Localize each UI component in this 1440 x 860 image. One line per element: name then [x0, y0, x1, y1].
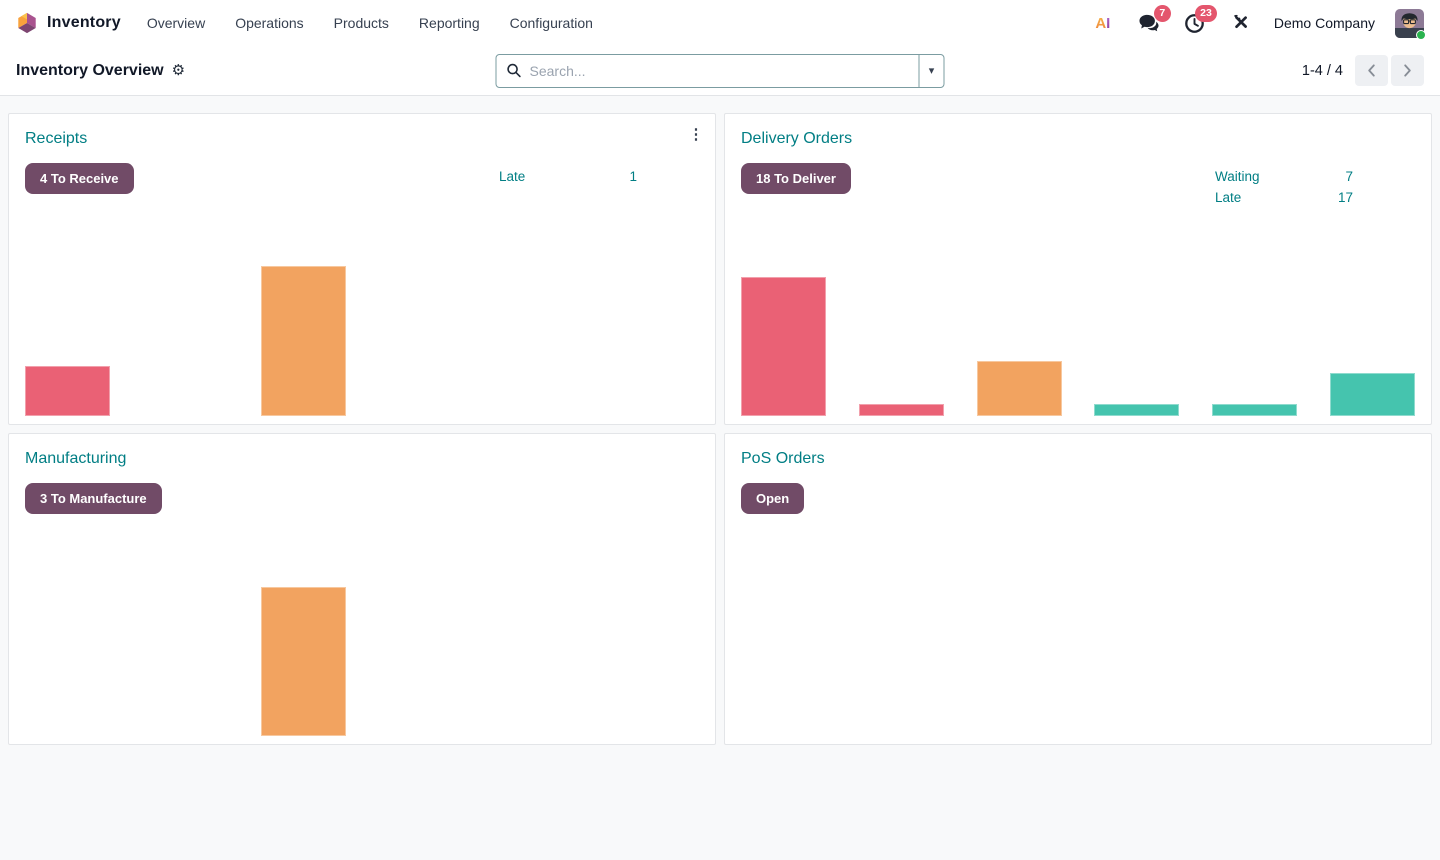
menu-reporting[interactable]: Reporting — [419, 15, 480, 31]
chart-slot — [261, 581, 346, 736]
caret-down-icon: ▾ — [929, 64, 935, 77]
card-pos-orders-title[interactable]: PoS Orders — [741, 450, 825, 468]
dashboard-content: Receipts ⋮ 4 To Receive Late 1 Delivery … — [0, 96, 1440, 745]
pager: 1-4 / 4 — [1302, 55, 1424, 86]
card-delivery-orders-title[interactable]: Delivery Orders — [741, 130, 852, 148]
activities-clock-icon[interactable]: 23 — [1182, 10, 1208, 36]
chart-slot — [496, 581, 581, 736]
top-navbar: Inventory Overview Operations Products R… — [0, 0, 1440, 46]
chart-slot — [378, 581, 463, 736]
stat-label: Late — [499, 166, 525, 187]
chart-slot — [143, 261, 228, 416]
chart-slot — [496, 261, 581, 416]
main-menu: Overview Operations Products Reporting C… — [147, 15, 593, 31]
stat-label: Late — [1215, 187, 1241, 208]
menu-products[interactable]: Products — [334, 15, 389, 31]
stat-value: 1 — [629, 166, 637, 187]
search-input[interactable] — [530, 63, 909, 79]
activities-badge: 23 — [1195, 5, 1217, 22]
chart-slot — [25, 261, 110, 416]
app-name: Inventory — [47, 14, 121, 32]
to-manufacture-button[interactable]: 3 To Manufacture — [25, 483, 162, 514]
app-menu-toggle[interactable]: Inventory — [16, 12, 121, 34]
chart-bar[interactable] — [261, 266, 346, 416]
card-receipts-title[interactable]: Receipts — [25, 130, 87, 148]
card-manufacturing-title[interactable]: Manufacturing — [25, 450, 126, 468]
pager-range: 1-4 / 4 — [1302, 63, 1343, 79]
view-settings-gear-icon[interactable]: ⚙ — [172, 63, 185, 78]
tools-icon[interactable] — [1228, 10, 1254, 36]
chart-slot — [614, 581, 699, 736]
to-deliver-button[interactable]: 18 To Deliver — [741, 163, 851, 194]
card-manufacturing: Manufacturing 3 To Manufacture — [8, 433, 716, 745]
chart-bar[interactable] — [25, 366, 110, 416]
to-receive-button[interactable]: 4 To Receive — [25, 163, 134, 194]
messages-icon[interactable]: 7 — [1136, 10, 1162, 36]
search-dropdown-toggle[interactable]: ▾ — [919, 55, 944, 87]
chart-bar[interactable] — [977, 361, 1062, 416]
pos-open-button[interactable]: Open — [741, 483, 804, 514]
ai-assistant-icon[interactable]: AI — [1090, 10, 1116, 36]
stat-waiting[interactable]: Waiting 7 — [1215, 166, 1353, 187]
stat-late[interactable]: Late 17 — [1215, 187, 1353, 208]
chart-slot — [1094, 261, 1179, 416]
card-receipts-stats: Late 1 — [499, 166, 637, 187]
menu-configuration[interactable]: Configuration — [510, 15, 593, 31]
control-panel: Inventory Overview ⚙ ▾ 1-4 / 4 — [0, 46, 1440, 96]
card-delivery-stats: Waiting 7 Late 17 — [1215, 166, 1353, 208]
search-main — [497, 55, 919, 87]
menu-overview[interactable]: Overview — [147, 15, 205, 31]
kanban-grid: Receipts ⋮ 4 To Receive Late 1 Delivery … — [8, 113, 1432, 745]
delivery-orders-chart — [741, 261, 1415, 416]
stat-late[interactable]: Late 1 — [499, 166, 637, 187]
user-menu[interactable] — [1395, 9, 1424, 38]
odoo-cube-logo-icon — [16, 12, 38, 34]
company-switcher[interactable]: Demo Company — [1274, 15, 1375, 31]
pager-previous-button[interactable] — [1355, 55, 1388, 86]
chart-slot — [1212, 261, 1297, 416]
chart-bar[interactable] — [261, 587, 346, 736]
messages-badge: 7 — [1154, 5, 1171, 22]
systray: AI 7 23 Demo Company — [1090, 9, 1424, 38]
chart-slot — [261, 261, 346, 416]
pager-next-button[interactable] — [1391, 55, 1424, 86]
stat-value: 17 — [1338, 187, 1353, 208]
card-delivery-orders: Delivery Orders 18 To Deliver Waiting 7 … — [724, 113, 1432, 425]
manufacturing-chart — [25, 581, 699, 736]
chart-bar[interactable] — [741, 277, 826, 416]
chart-slot — [977, 261, 1062, 416]
chart-bar[interactable] — [1212, 404, 1297, 416]
page-title: Inventory Overview — [16, 62, 164, 80]
stat-value: 7 — [1345, 166, 1353, 187]
menu-operations[interactable]: Operations — [235, 15, 303, 31]
chart-slot — [1330, 261, 1415, 416]
online-status-dot — [1416, 30, 1426, 40]
chart-slot — [741, 261, 826, 416]
receipts-chart — [25, 261, 699, 416]
chart-slot — [25, 581, 110, 736]
chart-slot — [378, 261, 463, 416]
search-bar: ▾ — [496, 54, 945, 88]
card-menu-kebab-icon[interactable]: ⋮ — [685, 122, 707, 146]
breadcrumb: Inventory Overview ⚙ — [16, 62, 185, 80]
search-icon — [507, 63, 522, 78]
chart-bar[interactable] — [1094, 404, 1179, 416]
stat-label: Waiting — [1215, 166, 1260, 187]
card-receipts: Receipts ⋮ 4 To Receive Late 1 — [8, 113, 716, 425]
pager-buttons — [1355, 55, 1424, 86]
chart-slot — [143, 581, 228, 736]
chart-bar[interactable] — [859, 404, 944, 416]
chart-slot — [859, 261, 944, 416]
chart-slot — [614, 261, 699, 416]
chart-bar[interactable] — [1330, 373, 1415, 416]
card-pos-orders: PoS Orders Open — [724, 433, 1432, 745]
